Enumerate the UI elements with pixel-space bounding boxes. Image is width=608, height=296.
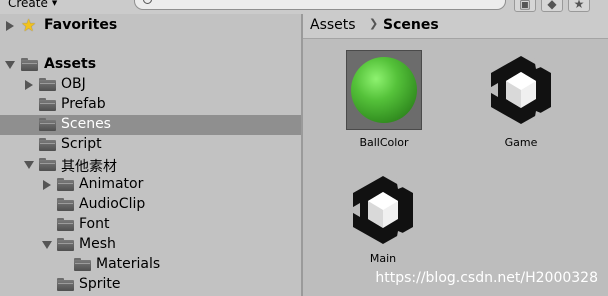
tree-label: Materials	[96, 256, 161, 272]
collapse-arrow-icon[interactable]	[42, 241, 52, 249]
breadcrumb: Assets ❯ Scenes	[303, 14, 608, 39]
asset-label: Game	[504, 136, 538, 149]
unity-scene-icon[interactable]	[484, 52, 558, 128]
tree-label: Scenes	[61, 116, 111, 132]
tree-label: Sprite	[79, 276, 121, 292]
tree-label: Mesh	[79, 236, 116, 252]
project-toolbar: Create ▼ ▣ ◆ ★	[0, 0, 608, 14]
tree-item-script[interactable]: Script	[0, 135, 301, 155]
expand-arrow-icon[interactable]	[25, 80, 33, 90]
tree-label: OBJ	[61, 76, 86, 92]
tree-label-assets: Assets	[44, 56, 97, 72]
material-sphere-icon	[351, 57, 417, 123]
project-tree: ★ Favorites Assets OBJ Prefab Scenes Scr…	[0, 14, 301, 296]
folder-icon	[39, 158, 56, 171]
tree-item-animator[interactable]: Animator	[0, 175, 301, 195]
tree-label: AudioClip	[79, 196, 146, 212]
breadcrumb-assets[interactable]: Assets	[310, 17, 356, 33]
folder-icon	[57, 218, 74, 231]
favorites-star-icon: ★	[21, 16, 37, 36]
tree-item-prefab[interactable]: Prefab	[0, 95, 301, 115]
tree-item-mesh[interactable]: Mesh	[0, 235, 301, 255]
tree-item-favorites[interactable]: ★ Favorites	[0, 16, 301, 36]
search-input[interactable]	[155, 0, 495, 9]
collapse-arrow-icon[interactable]	[5, 61, 15, 69]
tag-icon: ◆	[547, 0, 557, 11]
search-icon	[143, 0, 152, 4]
tree-item-scenes[interactable]: Scenes	[0, 115, 301, 135]
tree-item-obj[interactable]: OBJ	[0, 75, 301, 95]
folder-icon	[57, 198, 74, 211]
collapse-arrow-icon[interactable]	[24, 161, 34, 169]
tree-item-sprite[interactable]: Sprite	[0, 275, 301, 295]
tree-item-materials[interactable]: Materials	[0, 255, 301, 275]
folder-icon	[39, 78, 56, 91]
tree-label: Font	[79, 216, 110, 232]
filter-by-label-button[interactable]: ◆	[541, 0, 563, 12]
folder-icon	[57, 238, 74, 251]
breadcrumb-separator-icon: ❯	[369, 17, 379, 30]
filter-by-type-button[interactable]: ▣	[514, 0, 536, 12]
search-field[interactable]	[134, 0, 506, 10]
folder-icon	[39, 138, 56, 151]
filter-type-icon: ▣	[519, 0, 531, 11]
folder-icon	[21, 58, 38, 71]
tree-item-other-assets[interactable]: 其他素材	[0, 155, 301, 175]
folder-icon	[74, 258, 91, 271]
material-preview-thumbnail[interactable]	[346, 50, 422, 130]
unity-scene-icon[interactable]	[346, 172, 420, 248]
expand-arrow-icon[interactable]	[6, 21, 14, 31]
tree-label: Script	[61, 136, 102, 152]
folder-icon	[39, 98, 56, 111]
tree-label: Prefab	[61, 96, 106, 112]
folder-icon	[39, 118, 56, 131]
expand-arrow-icon[interactable]	[43, 180, 51, 190]
tree-item-font[interactable]: Font	[0, 215, 301, 235]
star-icon: ★	[573, 0, 585, 11]
asset-label: BallColor	[359, 136, 409, 149]
breadcrumb-scenes[interactable]: Scenes	[383, 17, 439, 33]
watermark-text: https://blog.csdn.net/H2000328	[375, 270, 598, 286]
tree-label: 其他素材	[61, 159, 117, 175]
tree-item-assets[interactable]: Assets	[0, 55, 301, 75]
tree-label: Animator	[79, 176, 144, 192]
folder-icon	[57, 178, 74, 191]
create-button[interactable]: Create ▼	[2, 0, 63, 12]
asset-label: Main	[369, 252, 397, 265]
folder-icon	[57, 278, 74, 291]
tree-label-favorites: Favorites	[44, 17, 118, 33]
create-label: Create	[8, 0, 48, 10]
chevron-down-icon: ▼	[51, 0, 58, 7]
tree-item-audioclip[interactable]: AudioClip	[0, 195, 301, 215]
save-search-button[interactable]: ★	[568, 0, 590, 12]
